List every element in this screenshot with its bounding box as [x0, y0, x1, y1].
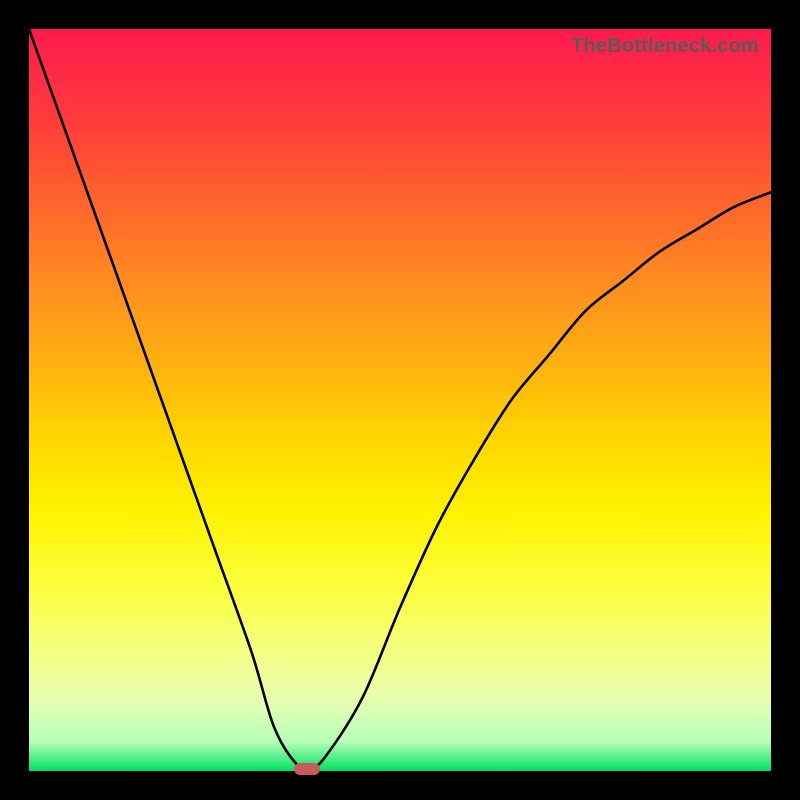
minimum-marker: [294, 763, 320, 775]
bottleneck-curve: [29, 29, 771, 768]
chart-frame: TheBottleneck.com: [0, 0, 800, 800]
curve-svg: [29, 29, 771, 771]
plot-area: TheBottleneck.com: [29, 29, 771, 771]
